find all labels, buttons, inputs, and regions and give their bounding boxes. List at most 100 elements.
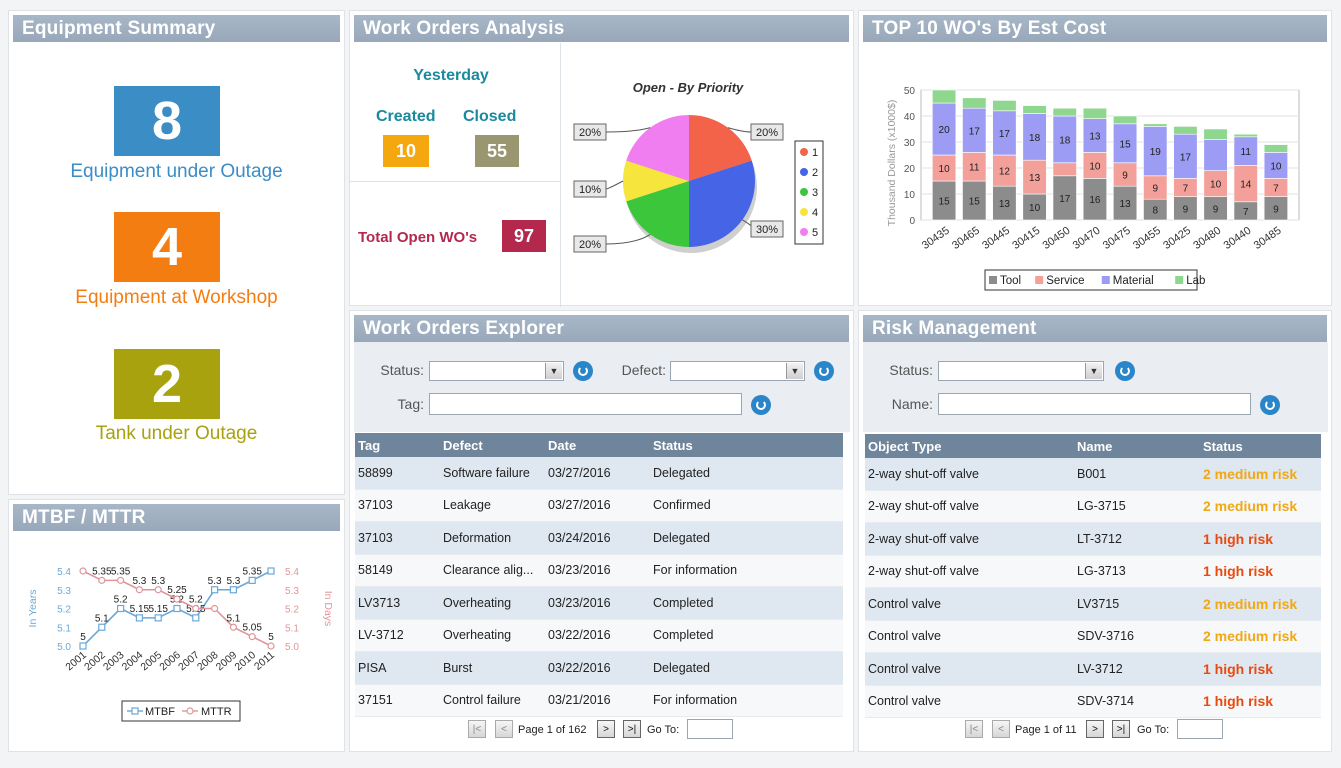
column-header-status[interactable]: Status — [650, 433, 843, 457]
pie-legend-label: 1 — [812, 147, 818, 159]
created-count[interactable]: 10 — [383, 135, 429, 167]
total-open-count[interactable]: 97 — [502, 220, 546, 252]
risk-management-panel: Risk Management Status: ▼ Name: Object T… — [858, 310, 1332, 752]
table-row[interactable]: 37103 Deformation 03/24/2016 Delegated — [355, 521, 843, 555]
pie-label: 30% — [756, 224, 778, 236]
goto-page-input[interactable] — [1177, 719, 1223, 739]
bar-service-30450 — [1052, 162, 1077, 177]
data-label: 5.15 — [130, 604, 150, 615]
equipment-outage-label[interactable]: Equipment under Outage — [9, 161, 344, 183]
table-row[interactable]: Control valve LV-3712 1 high risk — [865, 652, 1321, 686]
table-row[interactable]: 2-way shut-off valve LG-3713 1 high risk — [865, 555, 1321, 588]
chevron-down-icon[interactable]: ▼ — [786, 363, 803, 379]
bar-data-label: 10 — [1270, 161, 1282, 172]
table-row[interactable]: 58899 Software failure 03/27/2016 Delegated — [355, 457, 843, 490]
bar-data-label: 9 — [1152, 184, 1158, 195]
cell-object-type: Control valve — [865, 652, 1074, 686]
table-row[interactable]: 58149 Clearance alig... 03/23/2016 For info… — [355, 554, 843, 587]
last-page-button[interactable]: >| — [623, 720, 641, 738]
cell-object-type: 2-way shut-off valve — [865, 458, 1074, 491]
next-page-button[interactable]: > — [597, 720, 615, 738]
point-mttr — [173, 595, 181, 603]
last-page-button[interactable]: >| — [1112, 720, 1130, 738]
column-header-name[interactable]: Name — [1074, 434, 1200, 458]
goto-page-input[interactable] — [687, 719, 733, 739]
equipment-workshop-label[interactable]: Equipment at Workshop — [9, 287, 344, 309]
table-row[interactable]: 2-way shut-off valve LG-3715 2 medium risk — [865, 490, 1321, 523]
explorer-tag-refresh-icon[interactable] — [751, 395, 771, 415]
table-row[interactable]: LV3713 Overheating 03/23/2016 Completed — [355, 586, 843, 620]
legend-marker-mttr-point — [186, 707, 194, 715]
open-by-priority-chart: Open - By Priority 20% 30% 20% 10% 20% 1 2 3 4 5 — [573, 80, 824, 253]
bar-data-label: 10 — [939, 164, 951, 175]
work-orders-analysis-panel: Work Orders Analysis Yesterday Created C… — [349, 10, 854, 307]
table-row[interactable]: 2-way shut-off valve LT-3712 1 high risk — [865, 522, 1321, 556]
cell-name: LG-3715 — [1074, 490, 1200, 523]
previous-page-button[interactable]: < — [992, 720, 1010, 738]
cell-status: Delegated — [650, 521, 843, 555]
table-row[interactable]: Control valve LV3715 2 medium risk — [865, 587, 1321, 621]
column-header-date[interactable]: Date — [545, 433, 650, 457]
data-label: 5.15 — [148, 604, 168, 615]
table-row[interactable]: 37103 Leakage 03/27/2016 Confirmed — [355, 489, 843, 522]
column-header-defect[interactable]: Defect — [440, 433, 545, 457]
column-header-risk-status[interactable]: Status — [1200, 434, 1321, 458]
risk-status-label: Status: — [889, 362, 933, 378]
equipment-outage-count[interactable]: 8 — [114, 86, 220, 156]
explorer-status-refresh-icon[interactable] — [573, 361, 593, 381]
risk-name-input[interactable] — [938, 393, 1251, 415]
first-page-button[interactable]: |< — [468, 720, 486, 738]
point-mttr — [248, 633, 256, 641]
bar-data-label: 18 — [1029, 133, 1041, 144]
previous-page-button[interactable]: < — [495, 720, 513, 738]
pie-legend-label: 4 — [812, 207, 818, 219]
column-header-object-type[interactable]: Object Type — [865, 434, 1074, 458]
bar-data-label: 17 — [1059, 194, 1071, 205]
tank-outage-count[interactable]: 2 — [114, 349, 220, 419]
explorer-tag-input[interactable] — [429, 393, 742, 415]
column-header-tag[interactable]: Tag — [355, 433, 440, 457]
equipment-workshop-count[interactable]: 4 — [114, 212, 220, 282]
cell-object-type: 2-way shut-off valve — [865, 490, 1074, 523]
y2-tick-label: 5.4 — [285, 567, 299, 578]
explorer-defect-refresh-icon[interactable] — [814, 361, 834, 381]
bar-data-label: 15 — [939, 197, 951, 208]
cell-status: Completed — [650, 619, 843, 652]
yesterday-label: Yesterday — [413, 67, 489, 84]
table-row[interactable]: Control valve SDV-3716 2 medium risk — [865, 620, 1321, 653]
x-tick-label: 30440 — [1222, 225, 1254, 252]
tank-outage-label[interactable]: Tank under Outage — [9, 423, 344, 445]
table-row[interactable]: PISA Burst 03/22/2016 Delegated — [355, 651, 843, 685]
table-row[interactable]: 2-way shut-off valve B001 2 medium risk — [865, 458, 1321, 491]
point-mtbf — [98, 623, 106, 631]
explorer-status-dropdown[interactable]: ▼ — [429, 361, 564, 381]
table-row[interactable]: LV-3712 Overheating 03/22/2016 Completed — [355, 619, 843, 652]
bar-data-label: 13 — [1089, 132, 1101, 143]
y-tick-label: 5.3 — [57, 586, 71, 597]
table-row[interactable]: Control valve SDV-3714 1 high risk — [865, 685, 1321, 718]
created-label: Created — [376, 108, 436, 125]
next-page-button[interactable]: > — [1086, 720, 1104, 738]
bar-material-30480 — [1203, 139, 1228, 171]
risk-status-dropdown[interactable]: ▼ — [938, 361, 1104, 381]
closed-count[interactable]: 55 — [475, 135, 519, 167]
point-mtbf — [116, 604, 125, 613]
bar-data-label: 17 — [999, 129, 1011, 140]
table-row[interactable]: 37151 Control failure 03/21/2016 For inform… — [355, 684, 843, 717]
risk-status-refresh-icon[interactable] — [1115, 361, 1135, 381]
bar-lab-30440 — [1233, 133, 1258, 138]
point-mtbf — [173, 604, 181, 613]
equipment-summary-title: Equipment Summary — [13, 15, 340, 42]
chevron-down-icon[interactable]: ▼ — [1085, 363, 1102, 379]
first-page-button[interactable]: |< — [965, 720, 983, 738]
cell-object-type: 2-way shut-off valve — [865, 555, 1074, 588]
explorer-defect-dropdown[interactable]: ▼ — [670, 361, 805, 381]
data-label: 5 — [80, 632, 86, 643]
y-tick-label: 0 — [909, 216, 915, 227]
total-open-label: Total Open WO's — [358, 229, 478, 246]
chevron-down-icon[interactable]: ▼ — [545, 363, 562, 379]
y-tick-label: 10 — [904, 190, 916, 201]
goto-label: Go To: — [1137, 724, 1170, 736]
x-tick-label: 30455 — [1131, 225, 1163, 252]
risk-name-refresh-icon[interactable] — [1260, 395, 1280, 415]
